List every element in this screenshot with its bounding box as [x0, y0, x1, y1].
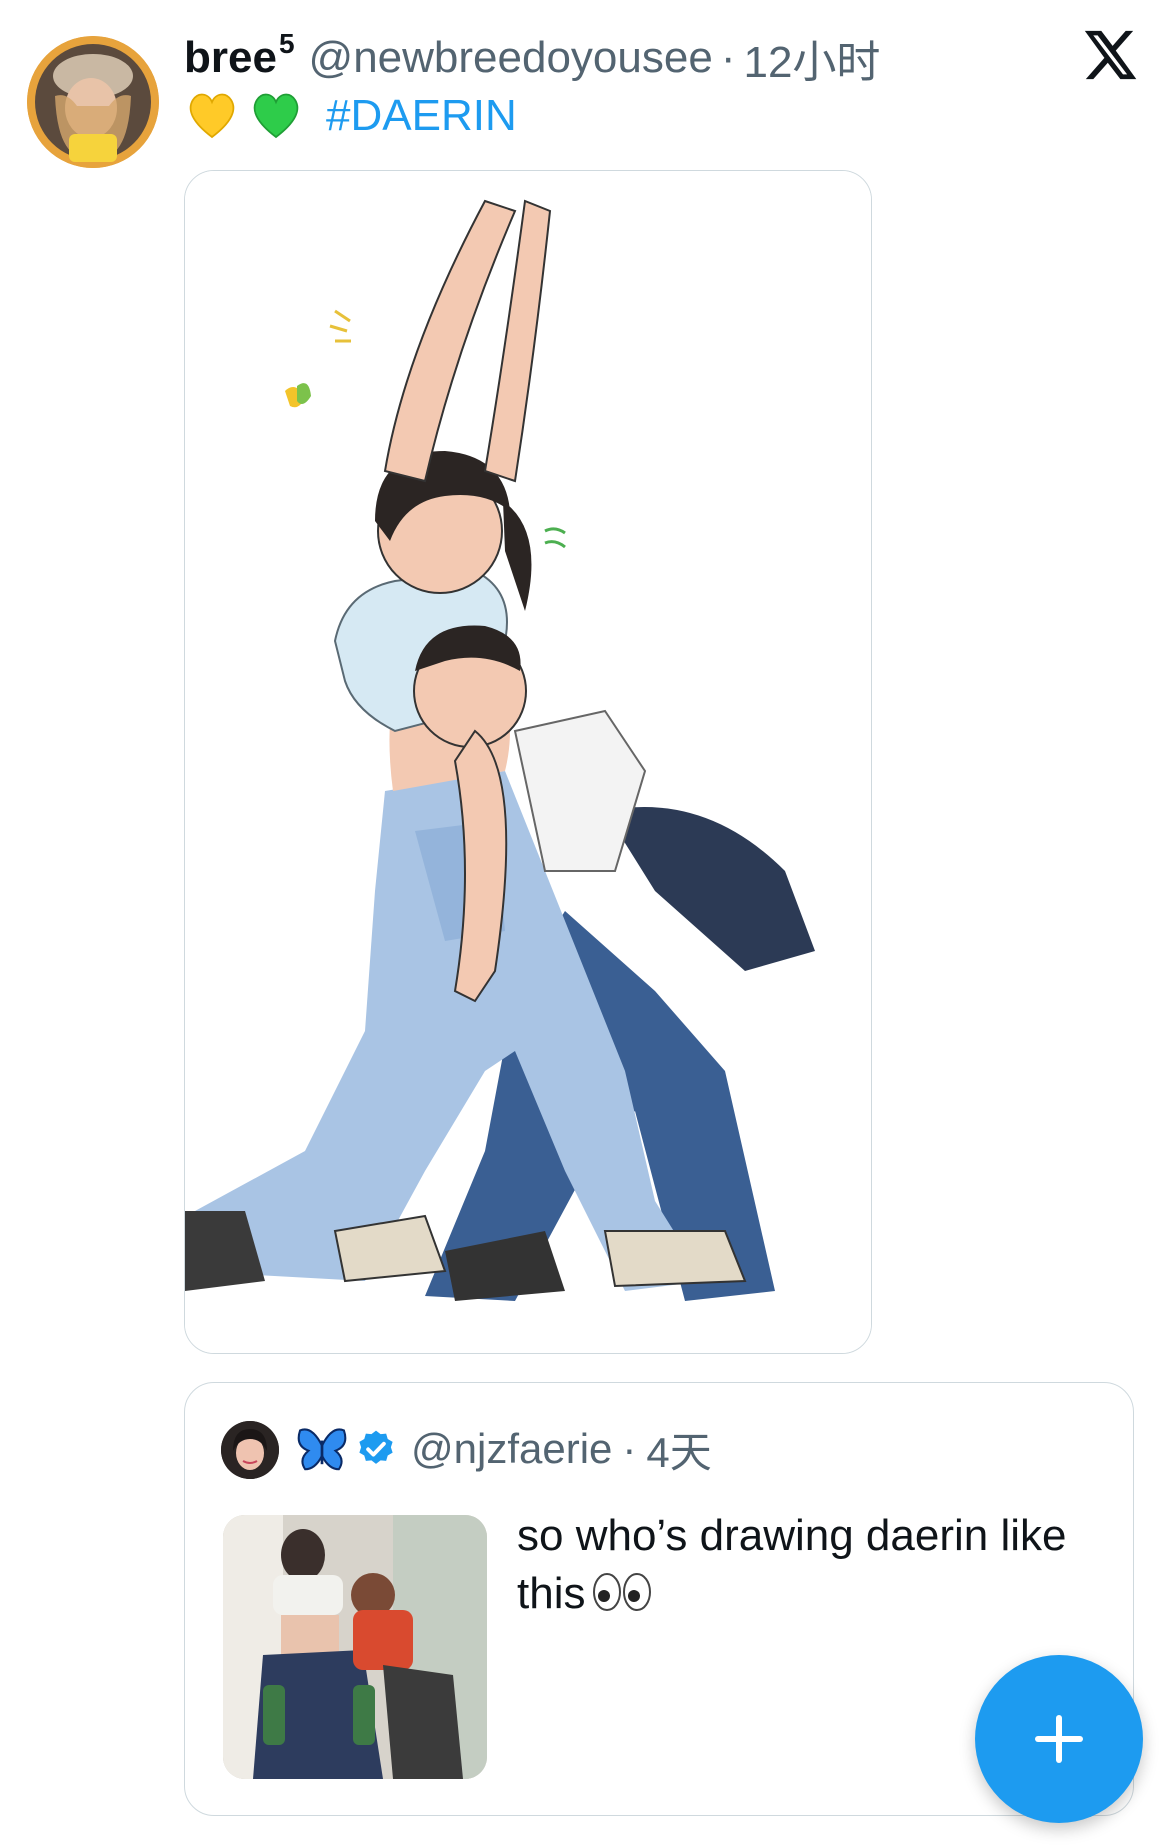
tweet-timestamp[interactable]: 12小时 — [743, 26, 880, 90]
eyes-icon — [593, 1573, 652, 1611]
tweet-header: bree 5 @newbreedoyousee · 12小时 — [184, 28, 880, 88]
quote-header: @njzfaerie · 4天 — [295, 1417, 712, 1481]
quote-author-handle[interactable]: @njzfaerie — [411, 1425, 612, 1473]
green-heart-icon — [253, 93, 299, 139]
photo-thumbnail — [223, 1515, 487, 1779]
illustration-image — [185, 171, 871, 1353]
yellow-heart-icon — [189, 93, 235, 139]
tweet-text: #DAERIN — [184, 86, 517, 146]
avatar-photo — [27, 36, 159, 168]
author-handle[interactable]: @newbreedoyousee — [309, 33, 713, 83]
butterfly-icon — [297, 1428, 347, 1471]
quote-media-thumbnail[interactable] — [223, 1515, 487, 1779]
verified-badge-icon — [359, 1430, 393, 1464]
avatar-photo — [221, 1421, 279, 1479]
quote-time-separator: · — [622, 1425, 637, 1472]
author-display-name[interactable]: bree — [184, 33, 277, 83]
author-name-superscript: 5 — [278, 28, 295, 59]
quote-text: so who’s drawing daerin like this — [517, 1507, 1107, 1623]
quote-timestamp[interactable]: 4天 — [646, 1419, 711, 1480]
x-logo-icon[interactable] — [1080, 26, 1138, 84]
quote-author-avatar[interactable] — [221, 1421, 279, 1479]
compose-button[interactable] — [975, 1655, 1143, 1823]
time-separator: · — [720, 33, 736, 82]
tweet-media[interactable] — [184, 170, 872, 1354]
hashtag-link[interactable]: #DAERIN — [326, 91, 517, 141]
plus-icon — [1035, 1715, 1083, 1763]
author-avatar[interactable] — [27, 36, 159, 168]
